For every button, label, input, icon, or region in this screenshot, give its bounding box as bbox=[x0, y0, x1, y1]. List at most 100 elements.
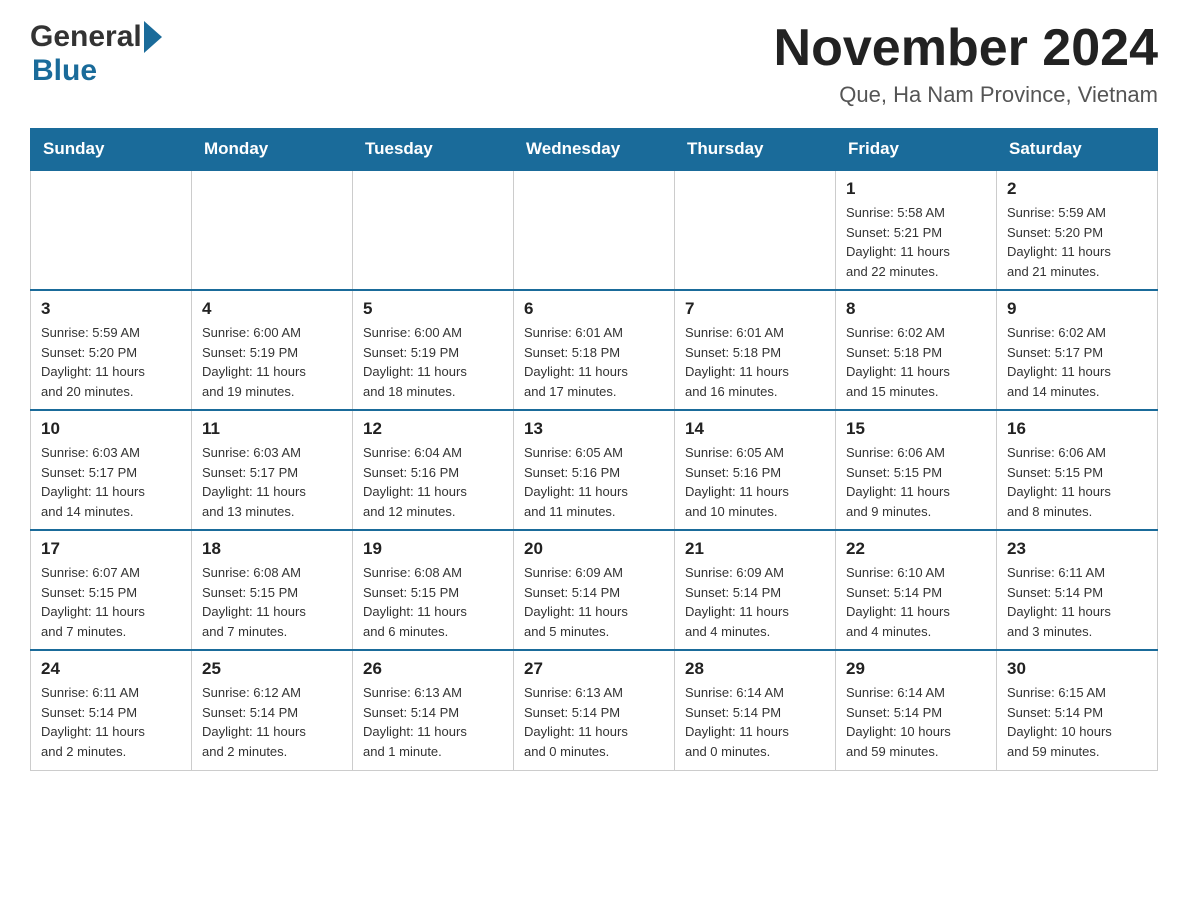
calendar-row: 1 Sunrise: 5:58 AM Sunset: 5:21 PM Daylig… bbox=[31, 170, 1158, 290]
day-info: Sunrise: 5:59 AM Sunset: 5:20 PM Dayligh… bbox=[41, 323, 181, 401]
day-number: 22 bbox=[846, 539, 986, 559]
day-number: 24 bbox=[41, 659, 181, 679]
day-info: Sunrise: 6:05 AM Sunset: 5:16 PM Dayligh… bbox=[524, 443, 664, 521]
table-row: 15Sunrise: 6:06 AM Sunset: 5:15 PM Dayli… bbox=[836, 410, 997, 530]
table-row: 4Sunrise: 6:00 AM Sunset: 5:19 PM Daylig… bbox=[192, 290, 353, 410]
table-row: 19 Sunrise: 6:08 AM Sunset: 5:15 PM Dayli… bbox=[353, 530, 514, 650]
table-row bbox=[675, 170, 836, 290]
table-row: 6Sunrise: 6:01 AM Sunset: 5:18 PM Daylig… bbox=[514, 290, 675, 410]
table-row: 20Sunrise: 6:09 AM Sunset: 5:14 PM Dayli… bbox=[514, 530, 675, 650]
calendar-row: 24 Sunrise: 6:11 AM Sunset: 5:14 PM Dayli… bbox=[31, 650, 1158, 770]
calendar-title: November 2024 bbox=[774, 20, 1158, 77]
table-row: 7 Sunrise: 6:01 AM Sunset: 5:18 PM Daylig… bbox=[675, 290, 836, 410]
day-number: 27 bbox=[524, 659, 664, 679]
day-number: 28 bbox=[685, 659, 825, 679]
table-row bbox=[514, 170, 675, 290]
day-number: 30 bbox=[1007, 659, 1147, 679]
table-row: 22 Sunrise: 6:10 AM Sunset: 5:14 PM Dayli… bbox=[836, 530, 997, 650]
table-row: 30 Sunrise: 6:15 AM Sunset: 5:14 PM Dayli… bbox=[997, 650, 1158, 770]
day-info: Sunrise: 6:08 AM Sunset: 5:15 PM Dayligh… bbox=[202, 563, 342, 641]
day-number: 23 bbox=[1007, 539, 1147, 559]
day-number: 19 bbox=[363, 539, 503, 559]
day-number: 9 bbox=[1007, 299, 1147, 319]
day-info: Sunrise: 6:06 AM Sunset: 5:15 PM Dayligh… bbox=[846, 443, 986, 521]
table-row: 17Sunrise: 6:07 AM Sunset: 5:15 PM Dayli… bbox=[31, 530, 192, 650]
table-row: 13 Sunrise: 6:05 AM Sunset: 5:16 PM Dayli… bbox=[514, 410, 675, 530]
table-row: 8 Sunrise: 6:02 AM Sunset: 5:18 PM Daylig… bbox=[836, 290, 997, 410]
day-info: Sunrise: 6:00 AM Sunset: 5:19 PM Dayligh… bbox=[363, 323, 503, 401]
day-number: 10 bbox=[41, 419, 181, 439]
col-wednesday: Wednesday bbox=[514, 129, 675, 171]
day-info: Sunrise: 6:00 AM Sunset: 5:19 PM Dayligh… bbox=[202, 323, 342, 401]
location-subtitle: Que, Ha Nam Province, Vietnam bbox=[774, 82, 1158, 108]
day-info: Sunrise: 5:58 AM Sunset: 5:21 PM Dayligh… bbox=[846, 203, 986, 281]
calendar-table: Sunday Monday Tuesday Wednesday Thursday… bbox=[30, 128, 1158, 771]
day-info: Sunrise: 6:03 AM Sunset: 5:17 PM Dayligh… bbox=[41, 443, 181, 521]
day-info: Sunrise: 6:02 AM Sunset: 5:18 PM Dayligh… bbox=[846, 323, 986, 401]
table-row: 26Sunrise: 6:13 AM Sunset: 5:14 PM Dayli… bbox=[353, 650, 514, 770]
day-info: Sunrise: 6:10 AM Sunset: 5:14 PM Dayligh… bbox=[846, 563, 986, 641]
day-number: 21 bbox=[685, 539, 825, 559]
day-info: Sunrise: 6:03 AM Sunset: 5:17 PM Dayligh… bbox=[202, 443, 342, 521]
day-info: Sunrise: 6:05 AM Sunset: 5:16 PM Dayligh… bbox=[685, 443, 825, 521]
table-row: 14 Sunrise: 6:05 AM Sunset: 5:16 PM Dayli… bbox=[675, 410, 836, 530]
day-number: 12 bbox=[363, 419, 503, 439]
table-row: 1 Sunrise: 5:58 AM Sunset: 5:21 PM Daylig… bbox=[836, 170, 997, 290]
day-number: 25 bbox=[202, 659, 342, 679]
title-section: November 2024 Que, Ha Nam Province, Viet… bbox=[774, 20, 1158, 108]
day-info: Sunrise: 6:02 AM Sunset: 5:17 PM Dayligh… bbox=[1007, 323, 1147, 401]
col-saturday: Saturday bbox=[997, 129, 1158, 171]
day-number: 5 bbox=[363, 299, 503, 319]
table-row: 27Sunrise: 6:13 AM Sunset: 5:14 PM Dayli… bbox=[514, 650, 675, 770]
col-sunday: Sunday bbox=[31, 129, 192, 171]
table-row: 5 Sunrise: 6:00 AM Sunset: 5:19 PM Daylig… bbox=[353, 290, 514, 410]
col-friday: Friday bbox=[836, 129, 997, 171]
table-row: 29 Sunrise: 6:14 AM Sunset: 5:14 PM Dayli… bbox=[836, 650, 997, 770]
day-number: 14 bbox=[685, 419, 825, 439]
day-number: 3 bbox=[41, 299, 181, 319]
day-info: Sunrise: 6:01 AM Sunset: 5:18 PM Dayligh… bbox=[524, 323, 664, 401]
table-row: 11 Sunrise: 6:03 AM Sunset: 5:17 PM Dayli… bbox=[192, 410, 353, 530]
day-info: Sunrise: 6:14 AM Sunset: 5:14 PM Dayligh… bbox=[685, 683, 825, 761]
day-info: Sunrise: 6:15 AM Sunset: 5:14 PM Dayligh… bbox=[1007, 683, 1147, 761]
table-row: 23 Sunrise: 6:11 AM Sunset: 5:14 PM Dayli… bbox=[997, 530, 1158, 650]
table-row bbox=[192, 170, 353, 290]
calendar-header-row: Sunday Monday Tuesday Wednesday Thursday… bbox=[31, 129, 1158, 171]
table-row: 25 Sunrise: 6:12 AM Sunset: 5:14 PM Dayli… bbox=[192, 650, 353, 770]
day-number: 29 bbox=[846, 659, 986, 679]
logo: General Blue bbox=[30, 20, 162, 88]
day-info: Sunrise: 6:14 AM Sunset: 5:14 PM Dayligh… bbox=[846, 683, 986, 761]
col-thursday: Thursday bbox=[675, 129, 836, 171]
day-info: Sunrise: 6:04 AM Sunset: 5:16 PM Dayligh… bbox=[363, 443, 503, 521]
day-number: 8 bbox=[846, 299, 986, 319]
day-info: Sunrise: 6:13 AM Sunset: 5:14 PM Dayligh… bbox=[363, 683, 503, 761]
calendar-row: 3 Sunrise: 5:59 AM Sunset: 5:20 PM Daylig… bbox=[31, 290, 1158, 410]
day-info: Sunrise: 6:12 AM Sunset: 5:14 PM Dayligh… bbox=[202, 683, 342, 761]
table-row: 18 Sunrise: 6:08 AM Sunset: 5:15 PM Dayli… bbox=[192, 530, 353, 650]
day-info: Sunrise: 6:01 AM Sunset: 5:18 PM Dayligh… bbox=[685, 323, 825, 401]
day-number: 11 bbox=[202, 419, 342, 439]
logo-general-text: General bbox=[30, 20, 142, 54]
table-row: 24 Sunrise: 6:11 AM Sunset: 5:14 PM Dayli… bbox=[31, 650, 192, 770]
table-row: 21 Sunrise: 6:09 AM Sunset: 5:14 PM Dayli… bbox=[675, 530, 836, 650]
day-number: 16 bbox=[1007, 419, 1147, 439]
day-info: Sunrise: 5:59 AM Sunset: 5:20 PM Dayligh… bbox=[1007, 203, 1147, 281]
day-number: 1 bbox=[846, 179, 986, 199]
calendar-row: 10 Sunrise: 6:03 AM Sunset: 5:17 PM Dayli… bbox=[31, 410, 1158, 530]
table-row bbox=[31, 170, 192, 290]
day-info: Sunrise: 6:09 AM Sunset: 5:14 PM Dayligh… bbox=[685, 563, 825, 641]
day-number: 18 bbox=[202, 539, 342, 559]
day-info: Sunrise: 6:11 AM Sunset: 5:14 PM Dayligh… bbox=[1007, 563, 1147, 641]
table-row: 28 Sunrise: 6:14 AM Sunset: 5:14 PM Dayli… bbox=[675, 650, 836, 770]
table-row: 10 Sunrise: 6:03 AM Sunset: 5:17 PM Dayli… bbox=[31, 410, 192, 530]
day-number: 13 bbox=[524, 419, 664, 439]
day-info: Sunrise: 6:11 AM Sunset: 5:14 PM Dayligh… bbox=[41, 683, 181, 761]
day-number: 17 bbox=[41, 539, 181, 559]
day-info: Sunrise: 6:08 AM Sunset: 5:15 PM Dayligh… bbox=[363, 563, 503, 641]
logo-blue-text: Blue bbox=[32, 54, 97, 87]
header: General Blue November 2024 Que, Ha Nam P… bbox=[30, 20, 1158, 108]
day-number: 20 bbox=[524, 539, 664, 559]
table-row: 2Sunrise: 5:59 AM Sunset: 5:20 PM Daylig… bbox=[997, 170, 1158, 290]
day-number: 7 bbox=[685, 299, 825, 319]
day-info: Sunrise: 6:06 AM Sunset: 5:15 PM Dayligh… bbox=[1007, 443, 1147, 521]
